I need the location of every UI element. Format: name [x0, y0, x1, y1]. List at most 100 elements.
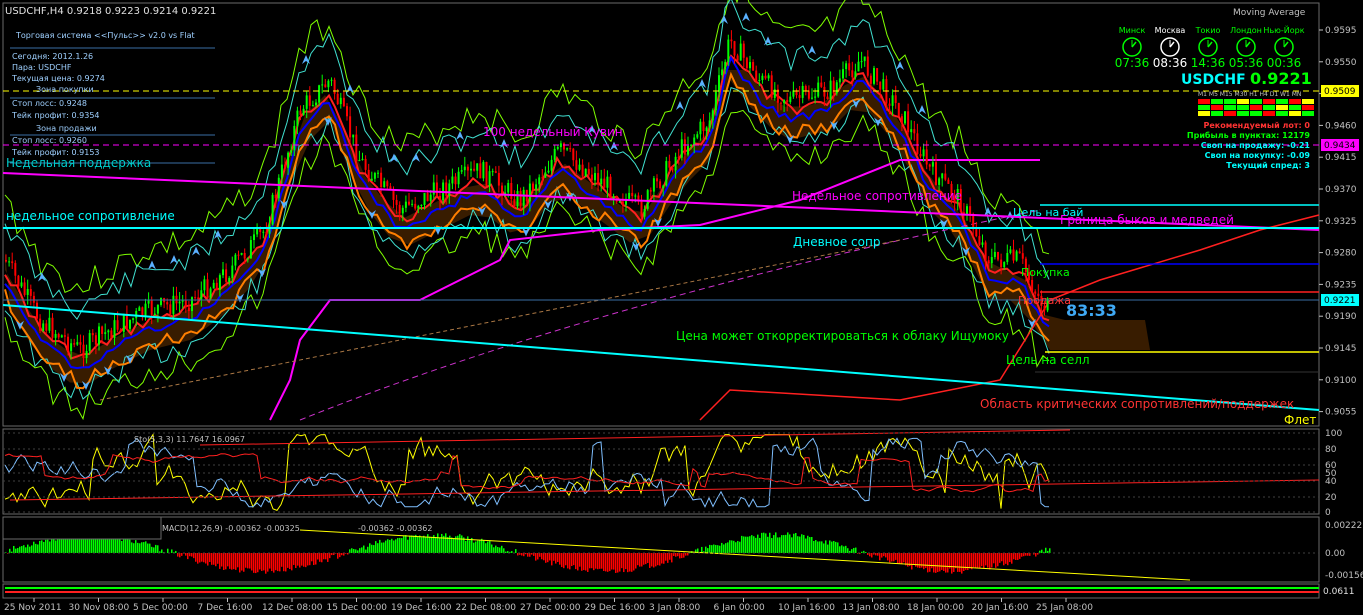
macd-bar — [657, 553, 659, 566]
indicator-name-label: Moving Average — [1233, 8, 1306, 18]
macd-bar — [353, 548, 355, 553]
candle-body — [752, 62, 755, 71]
macd-bar — [607, 553, 609, 572]
macd-bar — [981, 553, 983, 567]
macd-bar — [257, 553, 259, 573]
candle-body — [578, 164, 581, 170]
candle-body — [764, 75, 767, 79]
candle-body — [708, 120, 711, 128]
macd-bar — [317, 553, 319, 560]
macd-bar — [973, 553, 975, 568]
candle-body — [113, 320, 116, 339]
macd-bar — [271, 553, 273, 572]
macd-bar — [441, 533, 443, 553]
candle-body — [631, 192, 634, 197]
macd-bar — [525, 553, 527, 555]
macd-bar — [847, 548, 849, 553]
candle-body — [377, 172, 379, 174]
macd-bar — [559, 553, 561, 565]
macd-bar — [461, 535, 463, 553]
macd-bar — [467, 536, 469, 553]
macd-bar — [1041, 549, 1043, 553]
candle-body — [361, 158, 364, 160]
macd-bar — [997, 553, 999, 567]
candle-body — [603, 178, 606, 188]
trading-chart[interactable]: USDCHF,H4 0.9218 0.9223 0.9214 0.9221 Mo… — [0, 0, 1363, 615]
candle-body — [739, 43, 742, 61]
macd-bar — [107, 537, 109, 553]
macd-bar — [89, 537, 91, 553]
candle-body — [67, 336, 69, 352]
candle-body — [770, 75, 773, 98]
macd-bar — [121, 541, 123, 553]
timeframe-labels: M1 M5 M15 M30 H1 H4 D1 W1 MN — [1198, 91, 1301, 98]
macd-bar — [429, 536, 431, 553]
macd-bar — [19, 546, 21, 553]
macd-bar — [187, 553, 189, 560]
macd-bar — [927, 553, 929, 573]
macd-bar — [11, 551, 13, 553]
timeframe-signal-cell — [1224, 105, 1236, 110]
macd-bar — [75, 538, 77, 553]
macd-bar — [243, 553, 245, 572]
candle-body — [296, 110, 299, 126]
price-tick-label: 0.9190 — [1325, 312, 1357, 322]
macd-bar — [423, 535, 425, 553]
candle-body — [116, 320, 119, 330]
macd-bar — [529, 553, 531, 557]
info-title: Торговая система <<Пульс>> v2.0 vs Flat — [15, 31, 195, 40]
macd-bar — [359, 548, 361, 553]
macd-bar — [731, 540, 733, 553]
candle-body — [392, 189, 395, 200]
macd-bar — [501, 545, 503, 553]
candle-body — [209, 288, 212, 298]
timeframe-signal-cell — [1224, 99, 1236, 104]
macd-bar — [549, 553, 551, 561]
macd-bar — [367, 546, 369, 553]
macd-bar — [749, 536, 751, 553]
macd-bar — [1019, 553, 1021, 559]
macd-bar — [369, 543, 371, 553]
macd-bar — [815, 540, 817, 553]
candle-body — [76, 342, 79, 345]
macd-bar — [203, 553, 205, 563]
candle-body — [584, 168, 587, 176]
time-tick-label: 25 Jan 08:00 — [1036, 603, 1093, 613]
macd-bar — [897, 553, 899, 564]
candle-body — [668, 161, 671, 168]
candle-body — [73, 343, 76, 345]
candle-body — [941, 173, 944, 179]
macd-bar — [787, 532, 789, 553]
macd-bar — [337, 553, 339, 559]
macd-bar — [751, 535, 753, 553]
price-tick-label: 0.9460 — [1325, 121, 1357, 131]
candle-body — [528, 183, 531, 202]
macd-bar — [819, 541, 821, 553]
annotation-flat: Флет — [1284, 413, 1316, 427]
candle-body — [683, 139, 686, 155]
macd-bar — [273, 553, 275, 573]
candle-body — [191, 297, 193, 312]
macd-bar — [383, 542, 385, 553]
macd-bar — [599, 553, 601, 569]
macd-bar — [983, 553, 985, 569]
macd-bar — [807, 535, 809, 553]
candle-body — [823, 86, 826, 97]
macd-bar — [13, 545, 15, 553]
time-tick-label: 12 Dec 08:00 — [262, 603, 323, 613]
macd-bar — [479, 539, 481, 553]
macd-bar — [717, 545, 719, 553]
candle-body — [88, 333, 91, 352]
macd-bar — [719, 545, 721, 553]
macd-bar — [147, 543, 149, 553]
candle-body — [150, 299, 153, 315]
candle-body — [522, 189, 525, 206]
macd-bar — [759, 537, 761, 553]
candle-body — [643, 208, 646, 217]
macd-bar — [421, 537, 423, 553]
macd-bar — [645, 553, 647, 565]
macd-bar — [235, 553, 237, 570]
macd-bar — [639, 553, 641, 567]
timeframe-signal-cell — [1211, 111, 1223, 116]
candle-body — [119, 329, 122, 332]
